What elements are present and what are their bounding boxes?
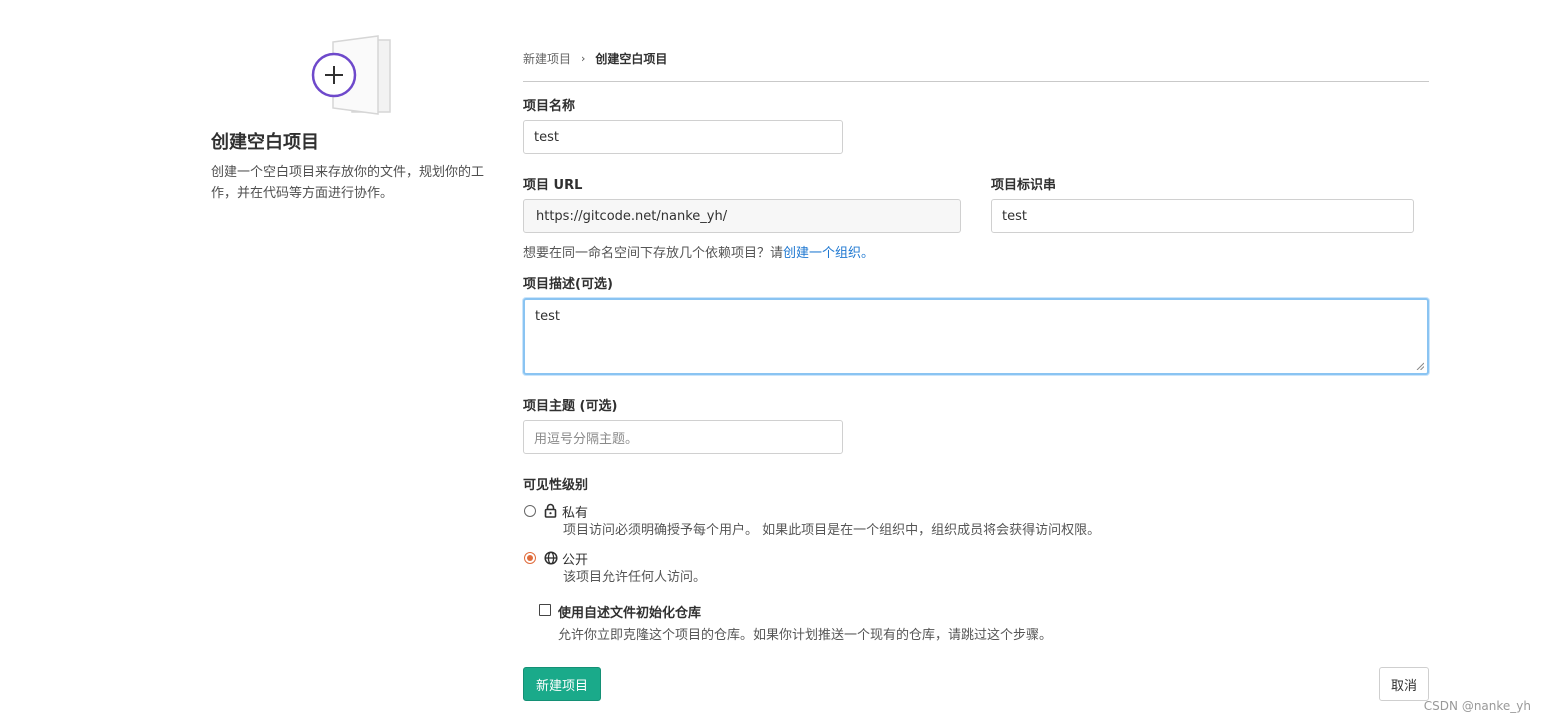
create-project-button[interactable]: 新建项目	[523, 667, 601, 701]
breadcrumb-divider	[523, 81, 1429, 82]
side-title: 创建空白项目	[211, 132, 319, 153]
breadcrumb-current: 创建空白项目	[595, 52, 668, 66]
project-url-input[interactable]: https://gitcode.net/nanke_yh/	[523, 199, 961, 233]
side-description: 创建一个空白项目来存放你的文件，规划你的工作，并在代码等方面进行协作。	[211, 165, 485, 201]
description-label: 项目描述(可选)	[523, 277, 613, 292]
project-name-value: test	[534, 129, 559, 145]
lock-icon	[544, 503, 557, 518]
cancel-button[interactable]: 取消	[1379, 667, 1429, 701]
readme-checkbox[interactable]	[539, 604, 551, 616]
resize-grip-icon[interactable]	[1416, 362, 1424, 370]
breadcrumb: 新建项目 › 创建空白项目	[523, 50, 667, 67]
project-url-value: https://gitcode.net/nanke_yh/	[536, 208, 728, 224]
visibility-public-description: 该项目允许任何人访问。	[563, 570, 707, 585]
description-textarea[interactable]: test	[523, 298, 1429, 375]
namespace-hint: 想要在同一命名空间下存放几个依赖项目？请创建一个组织。	[523, 242, 874, 261]
blank-project-illustration	[300, 30, 400, 120]
project-slug-value: test	[1002, 208, 1027, 224]
project-slug-input[interactable]: test	[991, 199, 1414, 233]
readme-description: 允许你立即克隆这个项目的仓库。如果你计划推送一个现有的仓库，请跳过这个步骤。	[558, 628, 1053, 643]
description-value: test	[535, 309, 560, 324]
project-name-input[interactable]: test	[523, 120, 843, 154]
project-name-label: 项目名称	[523, 99, 576, 114]
breadcrumb-new-project[interactable]: 新建项目	[523, 50, 571, 67]
topics-placeholder: 用逗号分隔主题。	[534, 431, 639, 447]
globe-icon	[544, 551, 558, 565]
watermark: CSDN @nanke_yh	[1423, 699, 1531, 713]
namespace-hint-text: 想要在同一命名空间下存放几个依赖项目？请	[523, 246, 784, 261]
project-slug-label: 项目标识串	[991, 178, 1057, 193]
chevron-right-icon: ›	[581, 52, 586, 65]
topics-input[interactable]: 用逗号分隔主题。	[523, 420, 843, 454]
visibility-private-description: 项目访问必须明确授予每个用户。 如果此项目是在一个组织中，组织成员将会获得访问权…	[563, 523, 1101, 538]
create-group-link[interactable]: 创建一个组织。	[783, 246, 874, 261]
visibility-public-radio[interactable]	[524, 552, 536, 564]
project-url-label: 项目 URL	[523, 178, 583, 193]
visibility-label: 可见性级别	[523, 478, 589, 493]
readme-title: 使用自述文件初始化仓库	[558, 606, 702, 621]
topics-label: 项目主题 (可选)	[523, 399, 618, 414]
visibility-private-radio[interactable]	[524, 505, 536, 517]
